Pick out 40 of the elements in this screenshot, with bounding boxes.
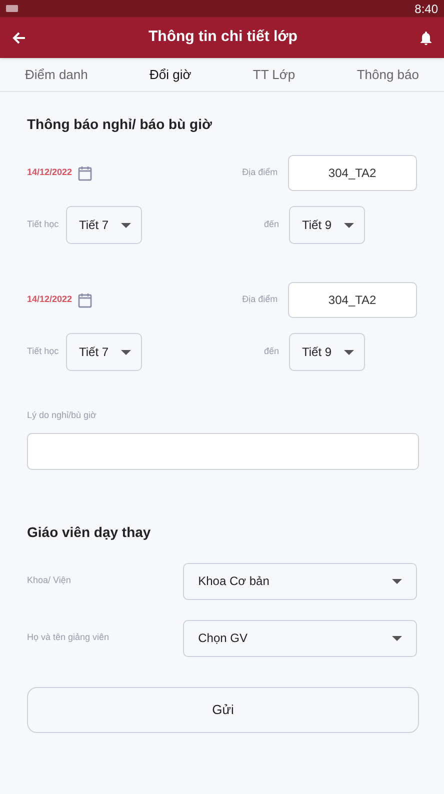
tab[interactable]: Đổi giờ [150, 64, 192, 84]
caret-icon [392, 636, 402, 640]
reason-input-field[interactable] [27, 432, 419, 470]
status-time: 8:40 [414, 0, 438, 18]
date-text: 14/12/2022 [27, 293, 72, 306]
field-label: Tiết học [27, 345, 60, 358]
field-label: Khoa/ Viện [27, 574, 72, 588]
back-arrow-icon[interactable] [12, 30, 26, 44]
period-dropdown[interactable]: Tiết 9 [289, 333, 365, 371]
section-title: Thông báo nghỉ/ báo bù giờ [27, 115, 213, 134]
date-text: 14/12/2022 [27, 166, 72, 180]
field-label: Tiết học [27, 218, 60, 232]
tab[interactable]: TT Lớp [252, 64, 296, 84]
submit-button[interactable]: Gửi [27, 686, 419, 732]
caret-icon [120, 350, 131, 354]
caret-icon [120, 222, 131, 228]
caret-icon [344, 350, 354, 354]
app-bar-title: Thông tin chi tiết lớp [148, 27, 298, 48]
field-label: Họ và tên giảng viên [27, 631, 110, 644]
location-field[interactable]: 304_TA2 [288, 282, 417, 318]
caret-icon [392, 578, 402, 584]
calendar-icon[interactable] [78, 166, 92, 180]
field-label: đến [262, 218, 280, 232]
tab[interactable]: Thông báo [356, 64, 419, 84]
field-label: Địa điểm [241, 166, 279, 180]
period-dropdown[interactable]: Tiết 9 [289, 206, 365, 244]
dropdown[interactable]: Khoa Cơ bản [183, 562, 417, 600]
calendar-icon[interactable] [78, 292, 92, 308]
period-dropdown[interactable]: Tiết 7 [66, 206, 142, 244]
field-label: đến [262, 345, 280, 358]
dropdown[interactable]: Chọn GV [183, 620, 417, 656]
caret-icon [344, 222, 354, 228]
location-field[interactable]: 304_TA2 [288, 155, 417, 191]
notification-bell-icon[interactable] [420, 30, 432, 44]
field-label: Địa điểm [241, 293, 279, 306]
field-label: Lý do nghỉ/bù giờ [27, 409, 98, 422]
section-title: Giáo viên dạy thay [27, 522, 152, 542]
period-dropdown[interactable]: Tiết 7 [66, 333, 142, 371]
keyboard-icon [6, 5, 18, 12]
tab[interactable]: Điểm danh [25, 64, 88, 84]
